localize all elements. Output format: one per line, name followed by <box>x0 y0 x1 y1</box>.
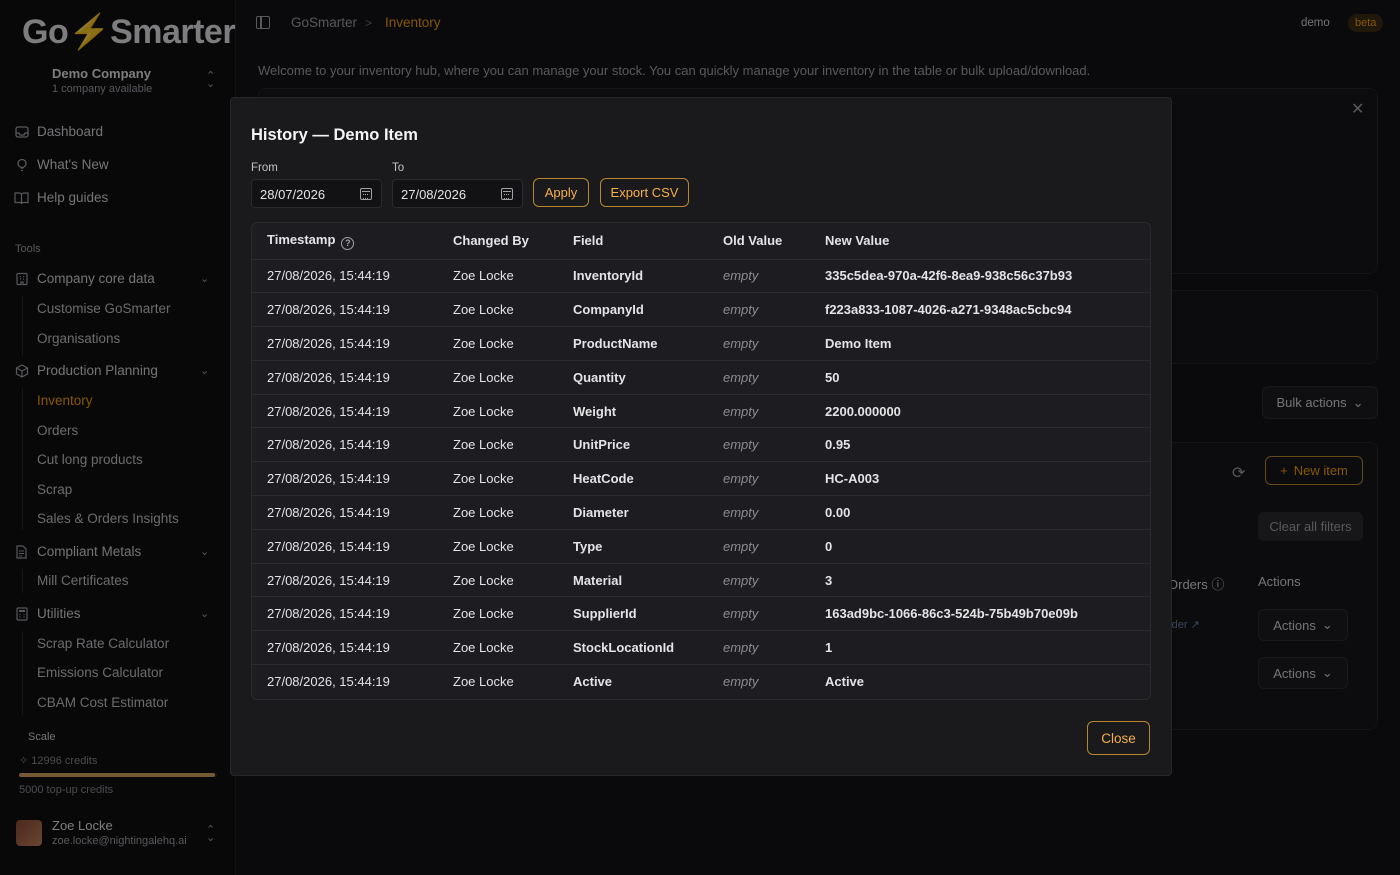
old-value-cell: empty <box>723 596 825 632</box>
from-date-input[interactable]: 28/07/2026 <box>251 179 382 208</box>
new-value-cell: 163ad9bc-1066-86c3-524b-75b49b70e09b <box>825 596 1150 632</box>
old-value-cell: empty <box>723 529 825 564</box>
timestamp-cell: 27/08/2026, 15:44:19 <box>252 360 453 395</box>
changed-by-cell: Zoe Locke <box>453 630 573 666</box>
changed-by-cell: Zoe Locke <box>453 259 573 294</box>
timestamp-cell: 27/08/2026, 15:44:19 <box>267 674 390 690</box>
timestamp-cell: 27/08/2026, 15:44:19 <box>252 630 453 666</box>
new-value-cell: 2200.000000 <box>825 394 1150 429</box>
old-value-cell: empty <box>723 427 825 463</box>
table-row: 27/08/2026, 15:44:19 Zoe Locke UnitPrice em… <box>252 427 1150 463</box>
old-value-cell: empty <box>723 461 825 497</box>
export-csv-button[interactable]: Export CSV <box>600 178 689 207</box>
history-dialog: History — Demo Item From To 28/07/2026 2… <box>230 97 1172 776</box>
new-value-cell: 1 <box>825 630 1150 666</box>
new-value-cell: 335c5dea-970a-42f6-8ea9-938c56c37b93 <box>825 259 1150 294</box>
old-value-cell: empty <box>723 292 825 328</box>
changed-by-cell: Zoe Locke <box>453 427 573 463</box>
old-value-cell: empty <box>723 630 825 666</box>
column-header-old-value[interactable]: Old Value <box>723 223 825 260</box>
help-circle-icon[interactable]: ? <box>341 236 355 250</box>
field-cell: StockLocationId <box>573 630 723 666</box>
from-date-value: 28/07/2026 <box>260 187 326 202</box>
field-cell: InventoryId <box>573 259 723 294</box>
table-row: 27/08/2026, 15:44:19 Zoe Locke Material emp… <box>252 563 1150 598</box>
column-header-field[interactable]: Field <box>573 223 723 260</box>
calendar-icon[interactable] <box>501 188 513 200</box>
field-cell: SupplierId <box>573 596 723 632</box>
calendar-icon[interactable] <box>360 188 372 200</box>
timestamp-cell: 27/08/2026, 15:44:19 <box>252 563 453 598</box>
table-row: 27/08/2026, 15:44:19 Zoe Locke InventoryId… <box>252 259 1150 294</box>
field-cell: ProductName <box>573 326 723 361</box>
table-header-row: Timestamp? Changed By Field Old Value Ne… <box>252 223 1150 260</box>
to-date-value: 27/08/2026 <box>401 187 467 202</box>
table-row: 27/08/2026, 15:44:19 Zoe Locke SupplierId e… <box>252 596 1150 632</box>
close-button[interactable]: Close <box>1087 721 1150 755</box>
table-row: 27/08/2026, 15:44:19 Zoe Locke ProductName… <box>252 326 1150 361</box>
field-cell: Diameter <box>573 495 723 530</box>
changed-by-cell: Zoe Locke <box>453 292 573 328</box>
old-value-cell: empty <box>723 674 759 690</box>
old-value-cell: empty <box>723 394 825 429</box>
table-row: 27/08/2026, 15:44:19 Zoe Locke Weight empty… <box>252 394 1150 429</box>
changed-by-cell: Zoe Locke <box>453 360 573 395</box>
apply-button[interactable]: Apply <box>533 178 589 207</box>
field-cell: Quantity <box>573 360 723 395</box>
old-value-cell: empty <box>723 259 825 294</box>
column-header-new-value[interactable]: New Value <box>825 223 1150 260</box>
table-row: 27/08/2026, 15:44:19 Zoe Locke HeatCode emp… <box>252 461 1150 497</box>
field-cell: Type <box>573 529 723 564</box>
new-value-cell: 0.95 <box>825 427 1150 463</box>
changed-by-cell: Zoe Locke <box>453 394 573 429</box>
field-cell: Weight <box>573 394 723 429</box>
old-value-cell: empty <box>723 360 825 395</box>
timestamp-cell: 27/08/2026, 15:44:19 <box>252 529 453 564</box>
table-row: 27/08/2026, 15:44:19 Zoe Locke Type empty 0 <box>252 529 1150 564</box>
changed-by-cell: Zoe Locke <box>453 563 573 598</box>
table-row: 27/08/2026, 15:44:19 Zoe Locke StockLocati… <box>252 630 1150 666</box>
new-value-cell: 50 <box>825 360 1150 395</box>
old-value-cell: empty <box>723 326 825 361</box>
new-value-cell: 0.00 <box>825 495 1150 530</box>
timestamp-cell: 27/08/2026, 15:44:19 <box>252 596 453 632</box>
timestamp-cell: 27/08/2026, 15:44:19 <box>252 495 453 530</box>
field-cell: Material <box>573 563 723 598</box>
new-value-cell: f223a833-1087-4026-a271-9348ac5cbc94 <box>825 292 1150 328</box>
timestamp-cell: 27/08/2026, 15:44:19 <box>252 394 453 429</box>
old-value-cell: empty <box>723 495 825 530</box>
changed-by-cell: Zoe Locke <box>453 674 514 690</box>
field-cell: CompanyId <box>573 292 723 328</box>
new-value-cell: 3 <box>825 563 1150 598</box>
timestamp-cell: 27/08/2026, 15:44:19 <box>252 259 453 294</box>
changed-by-cell: Zoe Locke <box>453 495 573 530</box>
changed-by-cell: Zoe Locke <box>453 326 573 361</box>
changed-by-cell: Zoe Locke <box>453 529 573 564</box>
timestamp-cell: 27/08/2026, 15:44:19 <box>252 461 453 497</box>
changed-by-cell: Zoe Locke <box>453 596 573 632</box>
to-label: To <box>392 162 405 174</box>
new-value-cell: Active <box>825 674 865 690</box>
new-value-cell: Demo Item <box>825 326 1150 361</box>
field-cell: Active <box>573 674 613 690</box>
table-row: 27/08/2026, 15:44:19 Zoe Locke Quantity emp… <box>252 360 1150 395</box>
table-row: 27/08/2026, 15:44:19 Zoe Locke Active empty… <box>252 665 1150 699</box>
old-value-cell: empty <box>723 563 825 598</box>
field-cell: HeatCode <box>573 461 723 497</box>
field-cell: UnitPrice <box>573 427 723 463</box>
timestamp-cell: 27/08/2026, 15:44:19 <box>252 427 453 463</box>
to-date-input[interactable]: 27/08/2026 <box>392 179 523 208</box>
table-row: 27/08/2026, 15:44:19 Zoe Locke Diameter emp… <box>252 495 1150 530</box>
history-table: Timestamp? Changed By Field Old Value Ne… <box>251 222 1151 700</box>
new-value-cell: 0 <box>825 529 1150 564</box>
new-value-cell: HC-A003 <box>825 461 1150 497</box>
timestamp-cell: 27/08/2026, 15:44:19 <box>252 326 453 361</box>
column-header-changed-by[interactable]: Changed By <box>453 223 573 260</box>
timestamp-cell: 27/08/2026, 15:44:19 <box>252 292 453 328</box>
column-header-timestamp[interactable]: Timestamp? <box>252 223 453 260</box>
changed-by-cell: Zoe Locke <box>453 461 573 497</box>
table-row: 27/08/2026, 15:44:19 Zoe Locke CompanyId em… <box>252 292 1150 328</box>
from-label: From <box>251 162 278 174</box>
dialog-title: History — Demo Item <box>251 126 418 144</box>
